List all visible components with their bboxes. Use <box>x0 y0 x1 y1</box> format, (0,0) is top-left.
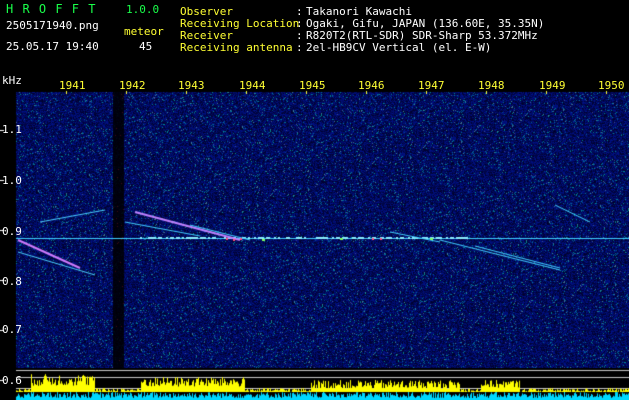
x-tick-label: 1943 <box>178 79 205 92</box>
y-axis-unit: kHz <box>2 74 22 87</box>
y-tick-label: 1.0 <box>2 174 22 187</box>
info-value-antenna: 2el-HB9CV Vertical (el. E-W) <box>306 41 492 54</box>
meteor-count: 45 <box>139 40 153 53</box>
info-colon: : <box>296 41 303 54</box>
app-name: H R O F F T <box>6 2 97 16</box>
app-version: 1.0.0 <box>126 3 160 16</box>
x-tick-label: 1941 <box>59 79 86 92</box>
info-key-antenna: Receiving antenna <box>180 41 293 54</box>
capture-filename: 2505171940.png <box>6 19 99 32</box>
y-tick-label: 0.6 <box>2 374 22 387</box>
spectrogram-canvas <box>0 0 629 400</box>
x-tick-label: 1944 <box>239 79 266 92</box>
x-tick-label: 1948 <box>478 79 505 92</box>
y-tick-label: 0.7 <box>2 323 22 336</box>
x-tick-label: 1942 <box>119 79 146 92</box>
x-tick-label: 1946 <box>358 79 385 92</box>
y-tick-label: 1.1 <box>2 123 22 136</box>
x-tick-label: 1947 <box>418 79 445 92</box>
meteor-label: meteor <box>124 25 164 38</box>
x-tick-label: 1950 <box>598 79 625 92</box>
x-tick-label: 1949 <box>539 79 566 92</box>
x-tick-label: 1945 <box>299 79 326 92</box>
y-tick-label: 0.8 <box>2 275 22 288</box>
capture-datetime: 25.05.17 19:40 <box>6 40 99 53</box>
y-tick-label: 0.9 <box>2 225 22 238</box>
